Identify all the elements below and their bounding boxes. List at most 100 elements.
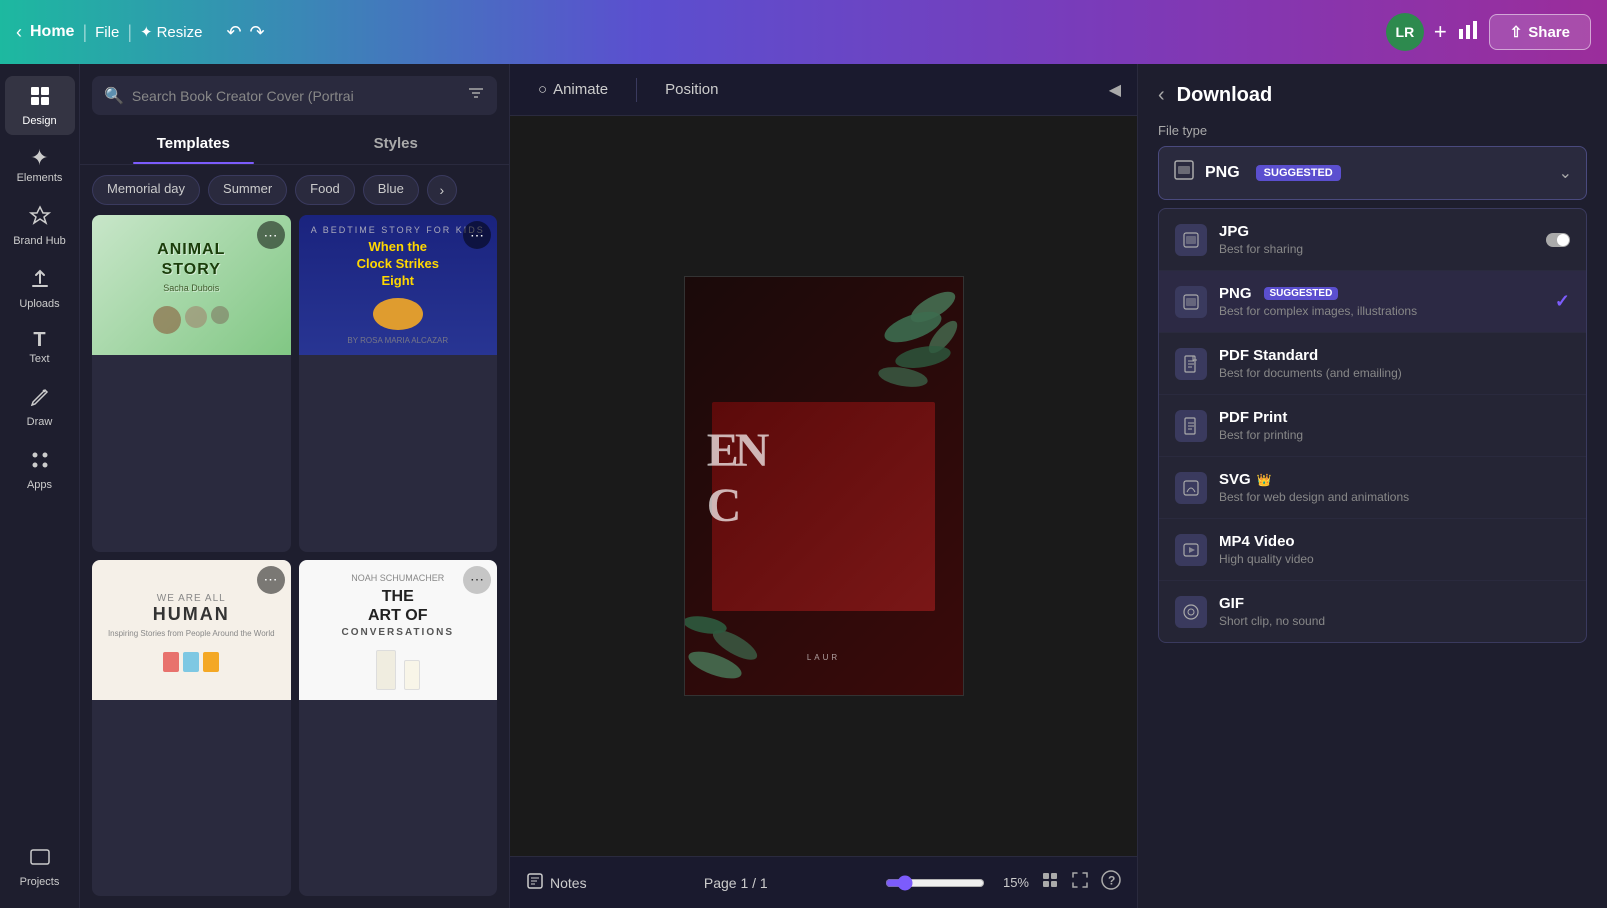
- filter-button[interactable]: [467, 84, 485, 107]
- sidebar-item-text[interactable]: T Text: [5, 322, 75, 373]
- notes-button[interactable]: Notes: [526, 872, 587, 893]
- format-item-pdf-print[interactable]: PDF Print Best for printing: [1159, 395, 1586, 457]
- hide-panel-button[interactable]: ◀: [1109, 80, 1121, 100]
- notes-icon: [526, 872, 544, 893]
- grid-view-button[interactable]: [1041, 871, 1059, 894]
- template-card-art[interactable]: NOAH SCHUMACHER THEART OF CONVERSATIONS …: [299, 560, 498, 897]
- projects-icon: [28, 845, 52, 873]
- search-bar: 🔍: [92, 76, 497, 115]
- design-label: Design: [22, 115, 56, 127]
- gif-desc: Short clip, no sound: [1219, 614, 1570, 628]
- format-item-gif[interactable]: GIF Short clip, no sound: [1159, 581, 1586, 642]
- sidebar-item-elements[interactable]: ✦ Elements: [5, 139, 75, 192]
- draw-label: Draw: [27, 416, 53, 428]
- svg-icon: [1175, 472, 1207, 504]
- template-card-human[interactable]: WE ARE ALL HUMAN Inspiring Stories from …: [92, 560, 291, 897]
- share-button[interactable]: ⇧ Share: [1489, 14, 1591, 50]
- chip-blue[interactable]: Blue: [363, 175, 419, 205]
- apps-icon: [28, 448, 52, 476]
- tab-templates[interactable]: Templates: [92, 123, 295, 164]
- sidebar-item-draw[interactable]: Draw: [5, 377, 75, 436]
- pdf-standard-name: PDF Standard: [1219, 347, 1570, 364]
- gif-name: GIF: [1219, 595, 1570, 612]
- crown-icon: 👑: [1257, 473, 1272, 487]
- png-check-icon: ✓: [1555, 291, 1570, 312]
- brand-hub-icon: [28, 204, 52, 232]
- pdf-print-name: PDF Print: [1219, 409, 1570, 426]
- analytics-button[interactable]: [1457, 19, 1479, 46]
- jpg-name: JPG: [1219, 223, 1534, 240]
- template-card-animal-story[interactable]: ANIMAL STORY Sacha Dubois ⋯: [92, 215, 291, 552]
- zoom-slider[interactable]: [885, 875, 985, 891]
- file-button[interactable]: File: [95, 24, 119, 41]
- back-button[interactable]: ‹: [16, 22, 22, 43]
- gif-icon: [1175, 596, 1207, 628]
- redo-button[interactable]: ↷: [250, 22, 265, 43]
- card-more-art[interactable]: ⋯: [463, 566, 491, 594]
- undo-button[interactable]: ↶: [226, 22, 241, 43]
- download-panel: ‹ Download File type PNG SUGGESTED ⌄: [1137, 64, 1607, 908]
- pdf-print-desc: Best for printing: [1219, 428, 1570, 442]
- filetype-selected[interactable]: PNG SUGGESTED ⌄: [1158, 146, 1587, 200]
- page-info: Page 1 / 1: [704, 875, 768, 891]
- resize-icon: ✦: [140, 23, 153, 41]
- format-item-mp4[interactable]: MP4 Video High quality video: [1159, 519, 1586, 581]
- format-item-pdf-standard[interactable]: PDF Standard Best for documents (and ema…: [1159, 333, 1586, 395]
- chevron-down-icon: ⌄: [1559, 163, 1572, 183]
- home-button[interactable]: Home: [30, 23, 74, 41]
- book-background: ENC LAUR: [685, 277, 963, 695]
- tab-styles[interactable]: Styles: [295, 123, 498, 164]
- pdf-print-text: PDF Print Best for printing: [1219, 409, 1570, 442]
- pdf-standard-desc: Best for documents (and emailing): [1219, 366, 1570, 380]
- apps-label: Apps: [27, 479, 52, 491]
- sidebar-item-design[interactable]: Design: [5, 76, 75, 135]
- template-card-bedtime[interactable]: A BEDTIME STORY FOR KIDS When theClock S…: [299, 215, 498, 552]
- chip-summer[interactable]: Summer: [208, 175, 287, 205]
- draw-icon: [28, 385, 52, 413]
- sidebar-item-uploads[interactable]: Uploads: [5, 259, 75, 318]
- download-title: Download: [1177, 84, 1273, 107]
- svg-name: SVG 👑: [1219, 471, 1570, 488]
- templates-panel: 🔍 Templates Styles Memorial day Summer F…: [80, 64, 510, 908]
- sidebar-item-brand-hub[interactable]: Brand Hub: [5, 196, 75, 255]
- jpg-toggle[interactable]: [1546, 233, 1570, 247]
- jpg-toggle-circle: [1557, 234, 1569, 246]
- card-more-bedtime[interactable]: ⋯: [463, 221, 491, 249]
- card-more-animal[interactable]: ⋯: [257, 221, 285, 249]
- chip-more-arrow[interactable]: ›: [427, 175, 457, 205]
- card-more-human[interactable]: ⋯: [257, 566, 285, 594]
- add-button[interactable]: +: [1434, 19, 1447, 45]
- jpg-icon: [1175, 224, 1207, 256]
- animate-button[interactable]: ○ Animate: [526, 75, 620, 104]
- search-input[interactable]: [132, 88, 459, 104]
- topbar-right: LR + ⇧ Share: [1386, 13, 1591, 51]
- sidebar-item-projects[interactable]: Projects: [5, 837, 75, 896]
- format-item-jpg[interactable]: JPG Best for sharing: [1159, 209, 1586, 271]
- chip-food[interactable]: Food: [295, 175, 355, 205]
- book-preview: ENC LAUR: [684, 276, 964, 696]
- svg-desc: Best for web design and animations: [1219, 490, 1570, 504]
- canvas-toolbar: ○ Animate Position ◀: [510, 64, 1137, 116]
- uploads-label: Uploads: [19, 298, 59, 310]
- sidebar-item-apps[interactable]: Apps: [5, 440, 75, 499]
- suggested-badge: SUGGESTED: [1256, 165, 1341, 181]
- back-panel-button[interactable]: ‹: [1158, 84, 1165, 107]
- position-button[interactable]: Position: [653, 75, 730, 104]
- pdf-print-icon: [1175, 410, 1207, 442]
- png-icon: [1175, 286, 1207, 318]
- pdf-standard-icon: [1175, 348, 1207, 380]
- dropdown-list: JPG Best for sharing PNG SUGGESTED Best …: [1158, 208, 1587, 643]
- help-button[interactable]: ?: [1101, 870, 1121, 895]
- chip-memorial[interactable]: Memorial day: [92, 175, 200, 205]
- avatar[interactable]: LR: [1386, 13, 1424, 51]
- mp4-text: MP4 Video High quality video: [1219, 533, 1570, 566]
- resize-button[interactable]: ✦ Resize: [140, 23, 202, 41]
- format-item-svg[interactable]: SVG 👑 Best for web design and animations: [1159, 457, 1586, 519]
- filetype-section: File type PNG SUGGESTED ⌄: [1138, 107, 1607, 200]
- canvas-content[interactable]: ENC LAUR: [510, 116, 1137, 856]
- text-icon: T: [33, 330, 45, 350]
- format-item-png[interactable]: PNG SUGGESTED Best for complex images, i…: [1159, 271, 1586, 333]
- elements-label: Elements: [17, 172, 63, 184]
- mp4-name: MP4 Video: [1219, 533, 1570, 550]
- fullscreen-button[interactable]: [1071, 871, 1089, 894]
